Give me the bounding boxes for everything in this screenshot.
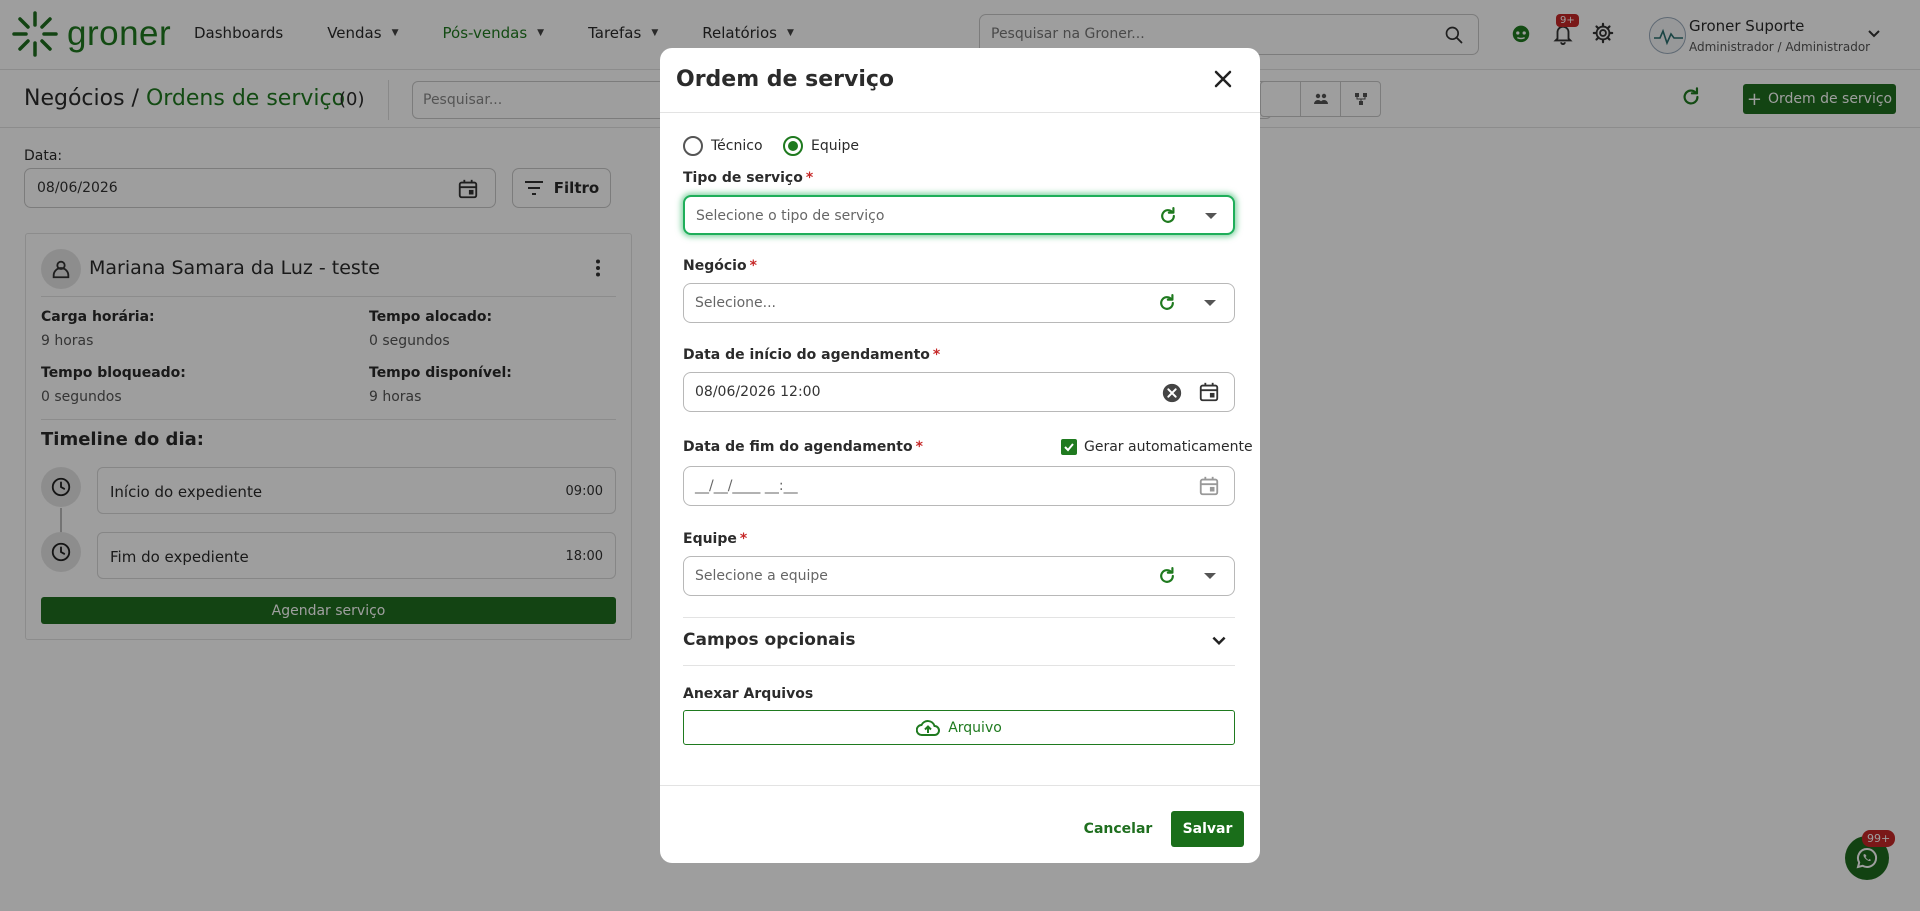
dropdown-arrow-icon[interactable]: [1205, 213, 1217, 219]
data-inicio-input[interactable]: 08/06/2026 12:00: [683, 372, 1235, 412]
equipe-label: Equipe *: [683, 531, 747, 547]
data-fim-label-text: Data de fim do agendamento: [683, 439, 913, 455]
section-divider: [683, 665, 1235, 666]
data-inicio-value: 08/06/2026 12:00: [695, 384, 821, 400]
optional-fields-toggle[interactable]: Campos opcionais: [683, 630, 856, 650]
data-fim-input[interactable]: __/__/____ __:__: [683, 466, 1235, 506]
required-marker: *: [805, 170, 814, 186]
radio-circle: [783, 136, 803, 156]
auto-generate-checkbox[interactable]: Gerar automaticamente: [1061, 439, 1253, 455]
tipo-servico-label-text: Tipo de serviço: [683, 170, 803, 186]
calendar-icon[interactable]: [1198, 475, 1220, 497]
attach-files-label: Anexar Arquivos: [683, 686, 814, 702]
checkbox-checked-icon: [1061, 439, 1077, 455]
required-marker: *: [739, 531, 748, 547]
clear-circle-icon[interactable]: [1161, 382, 1183, 404]
equipe-label-text: Equipe: [683, 531, 737, 547]
cancel-button[interactable]: Cancelar: [1078, 814, 1158, 844]
data-fim-label: Data de fim do agendamento *: [683, 439, 923, 455]
radio-circle: [683, 136, 703, 156]
radio-tecnico-label: Técnico: [711, 138, 763, 154]
cloud-upload-icon: [916, 719, 941, 737]
calendar-icon[interactable]: [1198, 381, 1220, 403]
close-icon[interactable]: [1211, 67, 1235, 91]
service-order-modal: Ordem de serviço Técnico Equipe Tipo de …: [660, 48, 1260, 863]
section-divider: [683, 617, 1235, 618]
required-marker: *: [932, 347, 941, 363]
negocio-select[interactable]: Selecione...: [683, 283, 1235, 323]
tipo-servico-select[interactable]: Selecione o tipo de serviço: [683, 195, 1235, 235]
auto-generate-label: Gerar automaticamente: [1084, 439, 1253, 455]
dropdown-arrow-icon[interactable]: [1204, 300, 1216, 306]
data-inicio-label-text: Data de início do agendamento: [683, 347, 930, 363]
attach-file-button[interactable]: Arquivo: [683, 710, 1235, 745]
data-fim-placeholder: __/__/____ __:__: [695, 478, 798, 494]
tipo-servico-label: Tipo de serviço *: [683, 170, 813, 186]
radio-equipe-label: Equipe: [811, 138, 859, 154]
refresh-icon[interactable]: [1157, 566, 1177, 586]
equipe-placeholder: Selecione a equipe: [695, 568, 828, 584]
equipe-select[interactable]: Selecione a equipe: [683, 556, 1235, 596]
negocio-placeholder: Selecione...: [695, 295, 776, 311]
data-inicio-label: Data de início do agendamento *: [683, 347, 940, 363]
save-button[interactable]: Salvar: [1171, 811, 1244, 847]
negocio-label-text: Negócio: [683, 258, 747, 274]
modal-header: Ordem de serviço: [660, 48, 1260, 113]
tipo-servico-placeholder: Selecione o tipo de serviço: [696, 208, 885, 224]
negocio-label: Negócio *: [683, 258, 757, 274]
dropdown-arrow-icon[interactable]: [1204, 573, 1216, 579]
required-marker: *: [915, 439, 923, 455]
attach-file-label: Arquivo: [948, 719, 1002, 736]
footer-divider: [660, 785, 1260, 786]
modal-title: Ordem de serviço: [676, 67, 895, 92]
required-marker: *: [749, 258, 757, 274]
refresh-icon[interactable]: [1158, 206, 1178, 226]
radio-equipe[interactable]: Equipe: [783, 136, 859, 156]
radio-tecnico[interactable]: Técnico: [683, 136, 763, 156]
refresh-icon[interactable]: [1157, 293, 1177, 313]
chevron-down-icon[interactable]: [1210, 632, 1228, 650]
